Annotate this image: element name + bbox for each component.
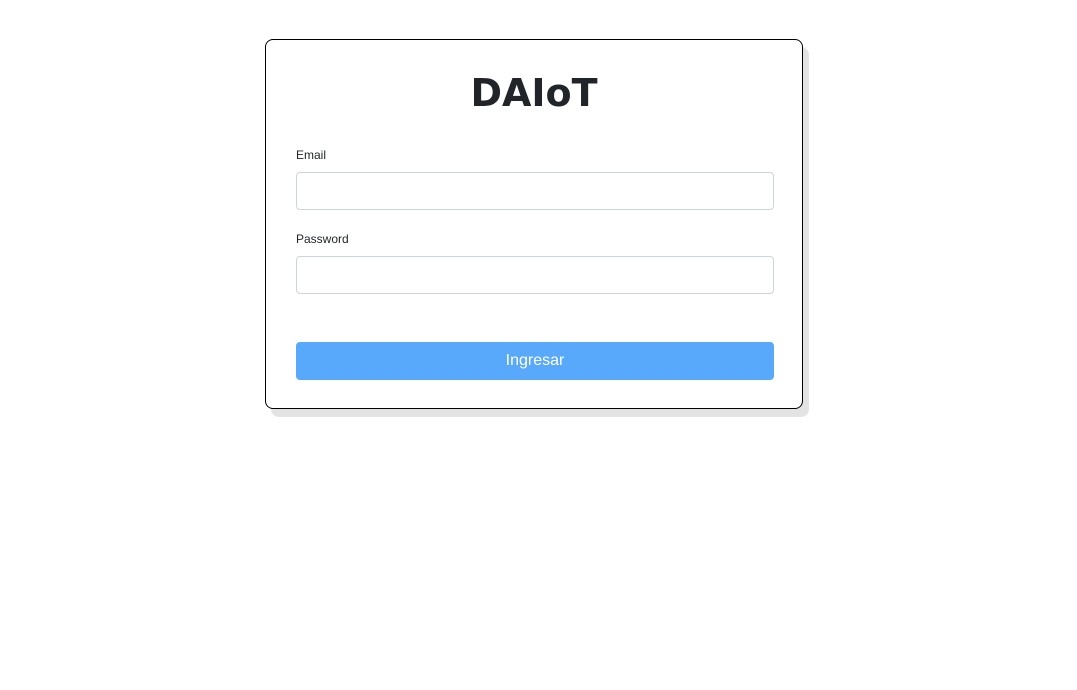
login-card: DAIoT Email Password Ingresar xyxy=(265,39,803,409)
login-button[interactable]: Ingresar xyxy=(296,342,774,380)
app-title: DAIoT xyxy=(470,71,598,115)
password-label: Password xyxy=(296,232,349,246)
email-field[interactable] xyxy=(296,172,774,210)
email-label: Email xyxy=(296,148,327,162)
password-field[interactable] xyxy=(296,256,774,294)
